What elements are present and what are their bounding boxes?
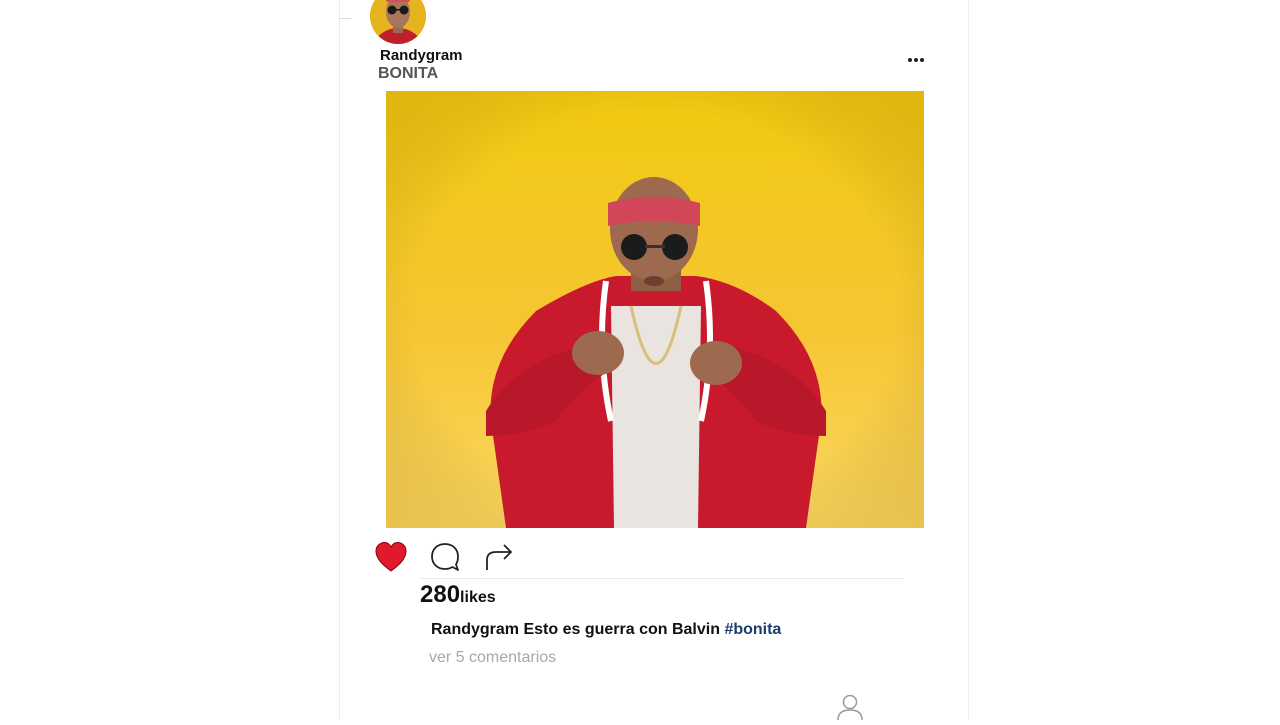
post-location-label: BONITA [378,65,439,82]
more-dot-icon [914,58,918,62]
likes-label: likes [460,589,496,606]
post-username[interactable]: Randygram [380,47,463,64]
share-arrow-icon [486,544,512,570]
profile-nav-button[interactable] [835,692,865,721]
divider [420,578,904,579]
caption-hashtag[interactable]: #bonita [724,621,781,638]
comment-button[interactable] [428,540,462,574]
like-button[interactable] [374,540,408,574]
more-dot-icon [908,58,912,62]
caption-text: Esto es guerra con Balvin [519,621,725,638]
heart-icon [375,541,407,572]
user-profile-icon [837,694,863,721]
divider [339,18,351,19]
likes-count[interactable]: 280likes [420,581,496,609]
comment-bubble-icon [431,543,459,571]
share-button[interactable] [482,540,516,574]
more-dot-icon [920,58,924,62]
more-options-button[interactable] [903,50,929,70]
likes-number: 280 [420,581,461,608]
view-comments-link[interactable]: ver 5 comentarios [429,649,556,667]
post-image[interactable] [386,91,924,528]
post-caption: Randygram Esto es guerra con Balvin #bon… [431,621,781,639]
caption-username[interactable]: Randygram [431,621,519,638]
